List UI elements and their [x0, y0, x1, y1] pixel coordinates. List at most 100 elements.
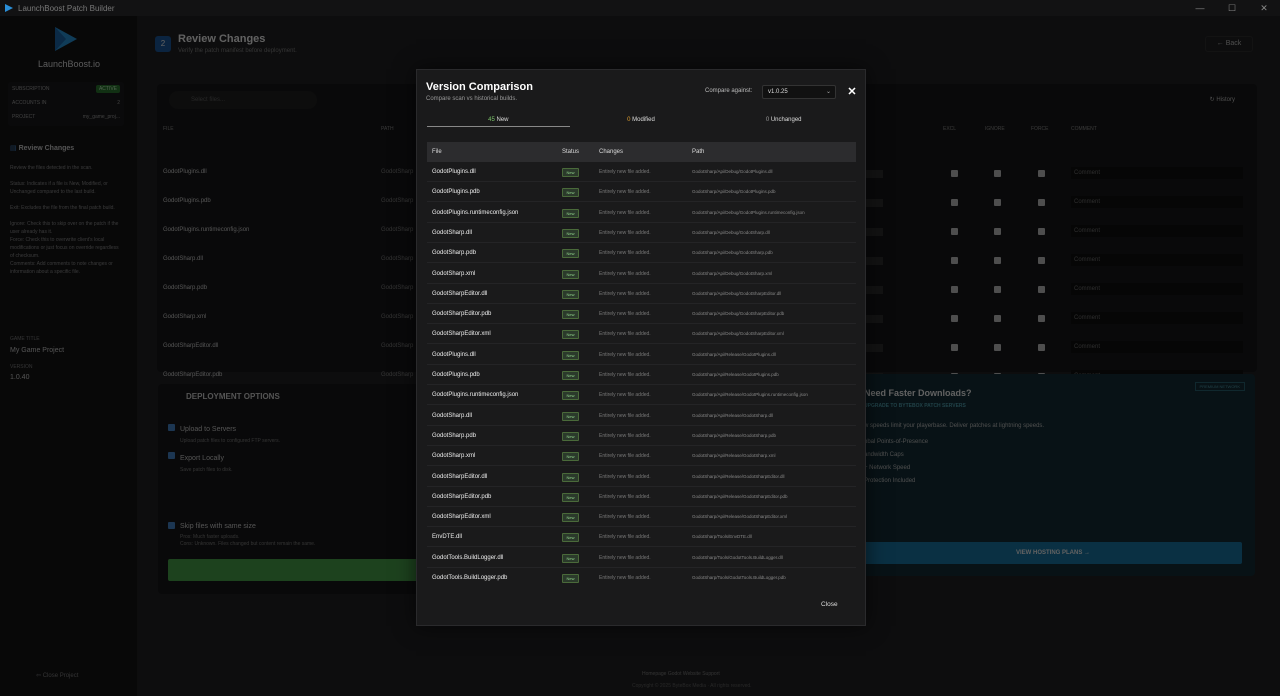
sidebar-help: Review the files detected in the scan. S…	[10, 164, 120, 276]
row-path: GodotSharp/Api/Debug/GodotSharp.pdb	[692, 250, 773, 256]
row-changes: Entirely new file added.	[599, 554, 651, 561]
back-button[interactable]: ← Back	[1205, 36, 1253, 52]
col-file-header: File	[432, 149, 442, 155]
minimize-button[interactable]: —	[1184, 0, 1216, 16]
row-changes: Entirely new file added.	[599, 514, 651, 521]
promo-desc: w speeds limit your playerbase. Deliver …	[864, 423, 1045, 429]
force-checkbox[interactable]	[1038, 257, 1045, 264]
exclude-checkbox[interactable]	[951, 257, 958, 264]
force-checkbox[interactable]	[1038, 170, 1045, 177]
compare-version-select[interactable]: v1.0.25 ⌄	[762, 85, 836, 99]
status-badge: New	[562, 533, 579, 543]
force-checkbox[interactable]	[1038, 228, 1045, 235]
project-value: my_game_proj...	[82, 114, 120, 120]
comment-input[interactable]: Comment	[1071, 225, 1243, 237]
row-changes: Entirely new file added.	[599, 189, 651, 196]
comment-input[interactable]: Comment	[1071, 283, 1243, 295]
row-file: GodotSharp.dll	[432, 412, 473, 419]
status-badge: New	[562, 228, 579, 238]
arrow-right-icon: →	[1082, 550, 1090, 556]
exclude-checkbox[interactable]	[951, 286, 958, 293]
arrow-left-icon: ←	[1216, 40, 1226, 47]
comment-input[interactable]: Comment	[1071, 312, 1243, 324]
stat-new[interactable]: 45 New	[427, 114, 570, 127]
force-checkbox[interactable]	[1038, 315, 1045, 322]
status-badge: New	[562, 310, 579, 320]
row-changes: Entirely new file added.	[599, 250, 651, 257]
col-comment: COMMENT	[1071, 126, 1097, 132]
status-badge: New	[562, 188, 579, 198]
close-project-button[interactable]: ⇦ Close Project	[36, 672, 78, 679]
table-row: GodotSharp.dll New Entirely new file added…	[427, 223, 856, 243]
exclude-checkbox[interactable]	[951, 228, 958, 235]
status-badge: New	[562, 350, 579, 360]
unchanged-count: 0	[765, 117, 770, 123]
chevron-down-icon: ⌄	[825, 89, 831, 95]
row-changes: Entirely new file added.	[599, 209, 651, 216]
ignore-checkbox[interactable]	[994, 199, 1001, 206]
view-hosting-plans-button[interactable]: VIEW HOSTING PLANS →	[864, 542, 1242, 564]
force-checkbox[interactable]	[1038, 286, 1045, 293]
skip-checkbox[interactable]	[168, 522, 175, 529]
ignore-checkbox[interactable]	[994, 228, 1001, 235]
close-button[interactable]: Close	[821, 601, 838, 608]
row-path: GodotSharp/Api/Debug/GodotSharpEditor.pd…	[692, 311, 785, 317]
accounts-label: ACCOUNTS IN	[12, 100, 47, 106]
promo-title: Need Faster Downloads?	[864, 388, 972, 398]
window-close-button[interactable]: ✕	[1248, 0, 1280, 16]
row-file: GodotSharp.xml	[432, 453, 476, 460]
deploy-button[interactable]	[168, 559, 420, 581]
view-hosting-label: VIEW HOSTING PLANS	[1015, 550, 1083, 556]
table-row: GodotSharpEditor.xml New Entirely new file…	[427, 507, 856, 528]
row-path: GodotSharp	[381, 285, 414, 291]
row-path: GodotSharp/Api/Release/GodotSharpEditor.…	[692, 493, 788, 499]
upload-checkbox[interactable]	[168, 424, 175, 431]
skip-pros: Pros: Much faster uploads.	[180, 534, 240, 540]
row-path: GodotSharp/Api/Release/GodotPlugins.runt…	[692, 392, 808, 398]
status-badge: New	[562, 289, 579, 299]
modal-close-icon[interactable]: ✕	[845, 85, 859, 99]
ignore-checkbox[interactable]	[994, 344, 1001, 351]
force-checkbox[interactable]	[1038, 344, 1045, 351]
table-row: GodotPlugins.pdb New Entirely new file add…	[427, 182, 856, 203]
ignore-checkbox[interactable]	[994, 286, 1001, 293]
row-path: GodotSharp	[381, 227, 414, 233]
ignore-checkbox[interactable]	[994, 170, 1001, 177]
exclude-checkbox[interactable]	[951, 344, 958, 351]
status-badge: New	[562, 492, 579, 502]
help-ignore: Ignore: Check this to skip over on the p…	[10, 221, 119, 235]
ignore-checkbox[interactable]	[994, 315, 1001, 322]
col-path: PATH	[381, 126, 394, 132]
ignore-checkbox[interactable]	[994, 257, 1001, 264]
sidebar-section-label: Review Changes	[18, 145, 75, 152]
row-path: GodotSharp/Api/Debug/GodotSharp.xml	[692, 270, 773, 276]
history-button[interactable]: ↻ History	[1210, 96, 1235, 103]
row-path: GodotSharp/Tools/GodotTools.BuildLogger.…	[692, 554, 783, 560]
row-file: GodotSharpEditor.dll	[163, 343, 219, 349]
exclude-checkbox[interactable]	[951, 170, 958, 177]
export-checkbox[interactable]	[168, 452, 175, 459]
comment-input[interactable]: Comment	[1071, 254, 1243, 266]
version-value: 1.0.40	[10, 374, 30, 381]
compare-label: Compare against:	[705, 88, 753, 94]
brand-name: LaunchBoost.io	[37, 59, 101, 69]
exclude-checkbox[interactable]	[951, 315, 958, 322]
stat-modified[interactable]: 0 Modified	[570, 114, 713, 127]
row-path: GodotSharp/Api/Release/GodotPlugins.pdb	[692, 372, 779, 377]
search-input[interactable]: Select files...	[169, 91, 317, 109]
row-file: GodotPlugins.runtimeconfig.json	[163, 227, 250, 233]
row-changes: Entirely new file added.	[599, 270, 651, 277]
footer-links[interactable]: Homepage Godot Website Support	[642, 671, 720, 677]
row-path: GodotSharp/Api/Debug/GodotSharpEditor.xm…	[692, 331, 784, 337]
sidebar-section-review[interactable]: ▤ Review Changes	[10, 144, 130, 152]
force-checkbox[interactable]	[1038, 199, 1045, 206]
comment-input[interactable]: Comment	[1071, 341, 1243, 353]
comment-input[interactable]: Comment	[1071, 167, 1243, 179]
stat-unchanged[interactable]: 0 Unchanged	[712, 114, 855, 127]
status-badge: New	[562, 208, 579, 218]
subscription-badge: ACTIVE	[95, 85, 120, 93]
comment-input[interactable]: Comment	[1071, 196, 1243, 208]
game-title-label: GAME TITLE	[10, 336, 40, 342]
maximize-button[interactable]: ☐	[1216, 0, 1248, 16]
exclude-checkbox[interactable]	[951, 199, 958, 206]
